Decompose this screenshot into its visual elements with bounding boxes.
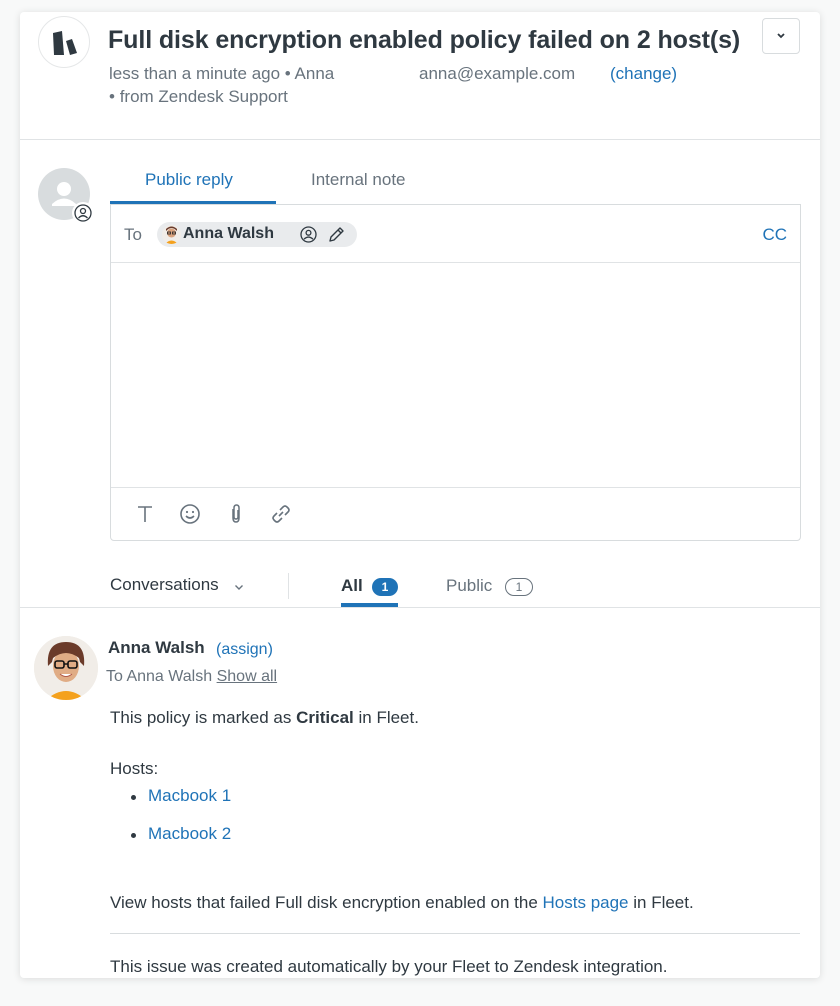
message-line-critical: This policy is marked as Critical in Fle… <box>110 708 419 727</box>
editor-toolbar <box>111 487 800 541</box>
tab-internal-note[interactable]: Internal note <box>311 170 406 190</box>
user-icon[interactable] <box>299 225 318 244</box>
divider <box>20 139 820 140</box>
conversations-dropdown[interactable]: Conversations <box>110 575 219 595</box>
text-format-icon[interactable] <box>133 502 157 526</box>
chevron-down-icon <box>777 33 785 39</box>
message-recipients: To Anna Walsh Show all <box>106 668 277 686</box>
list-bullet <box>131 833 136 838</box>
recipient-avatar <box>162 225 181 244</box>
recipient-name: Anna Walsh <box>183 225 274 242</box>
divider <box>20 607 820 608</box>
filter-tab-all[interactable]: All <box>341 576 363 596</box>
critical-label: Critical <box>296 708 354 727</box>
message-line-hosts-page: View hosts that failed Full disk encrypt… <box>110 893 694 912</box>
zendesk-logo-icon <box>38 16 90 68</box>
recipient-pill[interactable]: Anna Walsh <box>157 222 357 247</box>
ticket-channel-label: from Zendesk Support <box>119 87 288 106</box>
hosts-page-link[interactable]: Hosts page <box>543 893 629 912</box>
reply-editor[interactable]: To Anna Walsh CC <box>110 204 801 541</box>
assign-link[interactable]: (assign) <box>216 641 273 659</box>
change-requester-link[interactable]: (change) <box>610 64 677 84</box>
ticket-meta-line: less than a minute ago • Anna <box>109 64 335 83</box>
divider <box>288 573 289 599</box>
chevron-down-icon[interactable] <box>233 581 245 593</box>
ticket-menu-button[interactable] <box>762 18 800 54</box>
all-count-badge: 1 <box>372 578 398 596</box>
ticket-channel: • from Zendesk Support <box>109 87 288 106</box>
filter-tab-public[interactable]: Public <box>446 576 492 596</box>
requester-email: anna@example.com <box>419 64 576 83</box>
cc-button[interactable]: CC <box>762 225 787 245</box>
emoji-icon[interactable] <box>178 502 202 526</box>
ticket-time: less than a minute ago <box>109 64 281 83</box>
divider <box>110 933 800 934</box>
agent-badge-icon <box>72 202 94 224</box>
tab-public-reply[interactable]: Public reply <box>145 170 233 190</box>
ticket-requester: Anna <box>294 64 335 83</box>
link-icon[interactable] <box>269 502 293 526</box>
recipients-label: To Anna Walsh <box>106 668 213 685</box>
message-author: Anna Walsh <box>108 638 205 657</box>
to-label: To <box>124 225 142 244</box>
ticket-title: Full disk encryption enabled policy fail… <box>108 26 741 54</box>
message-footer: This issue was created automatically by … <box>110 957 668 976</box>
host-link-macbook-2[interactable]: Macbook 2 <box>148 824 231 844</box>
author-avatar <box>34 636 98 700</box>
host-link-macbook-1[interactable]: Macbook 1 <box>148 786 231 806</box>
pencil-icon[interactable] <box>327 225 346 244</box>
public-count-badge: 1 <box>505 578 533 596</box>
hosts-label: Hosts: <box>110 759 159 778</box>
show-all-link[interactable]: Show all <box>217 668 277 685</box>
paperclip-icon[interactable] <box>224 502 248 526</box>
recipient-row: To Anna Walsh CC <box>111 205 800 263</box>
ticket-card: Full disk encryption enabled policy fail… <box>20 12 820 978</box>
list-bullet <box>131 795 136 800</box>
